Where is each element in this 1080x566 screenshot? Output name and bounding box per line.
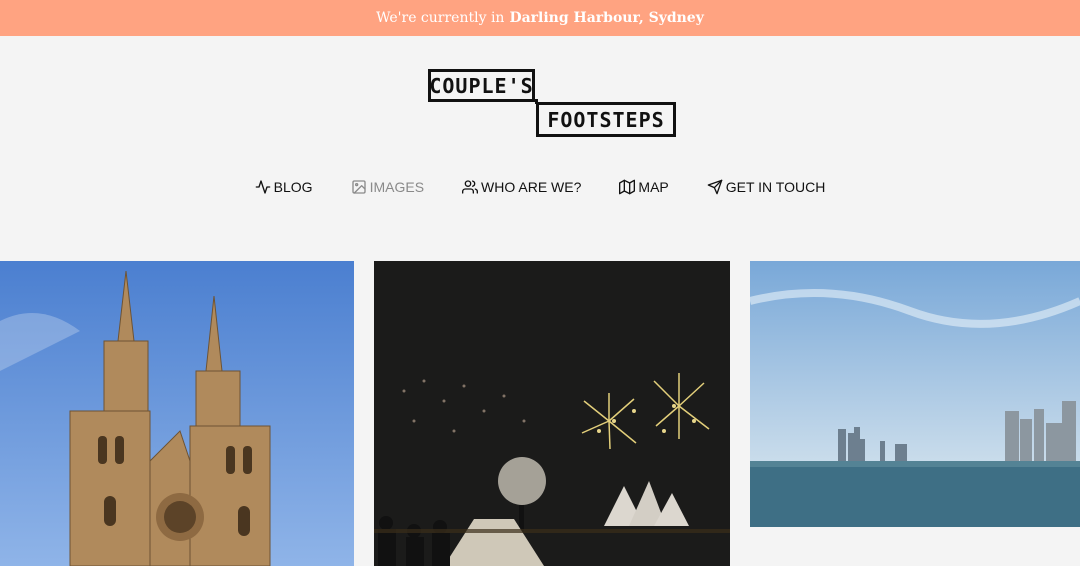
nav-label: BLOG — [273, 179, 313, 195]
nav-label: GET IN TOUCH — [725, 179, 826, 195]
nav-item-images[interactable]: IMAGES — [351, 179, 424, 195]
send-icon — [707, 179, 723, 195]
nav-label: MAP — [638, 179, 669, 195]
image-icon — [351, 180, 366, 194]
gallery-tile-cathedral[interactable] — [0, 261, 354, 566]
gallery-tile-harbour[interactable] — [750, 261, 1080, 527]
harbour-photo — [750, 261, 1080, 527]
main-nav: BLOG IMAGES WHO ARE WE? MAP GET IN TOUCH — [0, 176, 1080, 198]
users-icon — [462, 180, 479, 194]
fireworks-photo — [374, 261, 730, 566]
nav-item-who-are-we[interactable]: WHO ARE WE? — [462, 179, 581, 195]
site-logo[interactable]: COUPLE'S FOOTSTEPS — [0, 0, 1080, 140]
cathedral-photo — [0, 261, 354, 566]
activity-icon — [255, 180, 271, 194]
nav-item-get-in-touch[interactable]: GET IN TOUCH — [707, 179, 826, 195]
map-icon — [619, 179, 636, 195]
logo-line1: COUPLE'S — [428, 69, 535, 102]
nav-item-blog[interactable]: BLOG — [255, 179, 313, 195]
nav-label: IMAGES — [369, 179, 425, 195]
nav-label: WHO ARE WE? — [481, 179, 582, 195]
gallery-tile-fireworks[interactable] — [374, 261, 730, 566]
nav-item-map[interactable]: MAP — [619, 179, 669, 195]
logo-line2: FOOTSTEPS — [536, 102, 676, 137]
